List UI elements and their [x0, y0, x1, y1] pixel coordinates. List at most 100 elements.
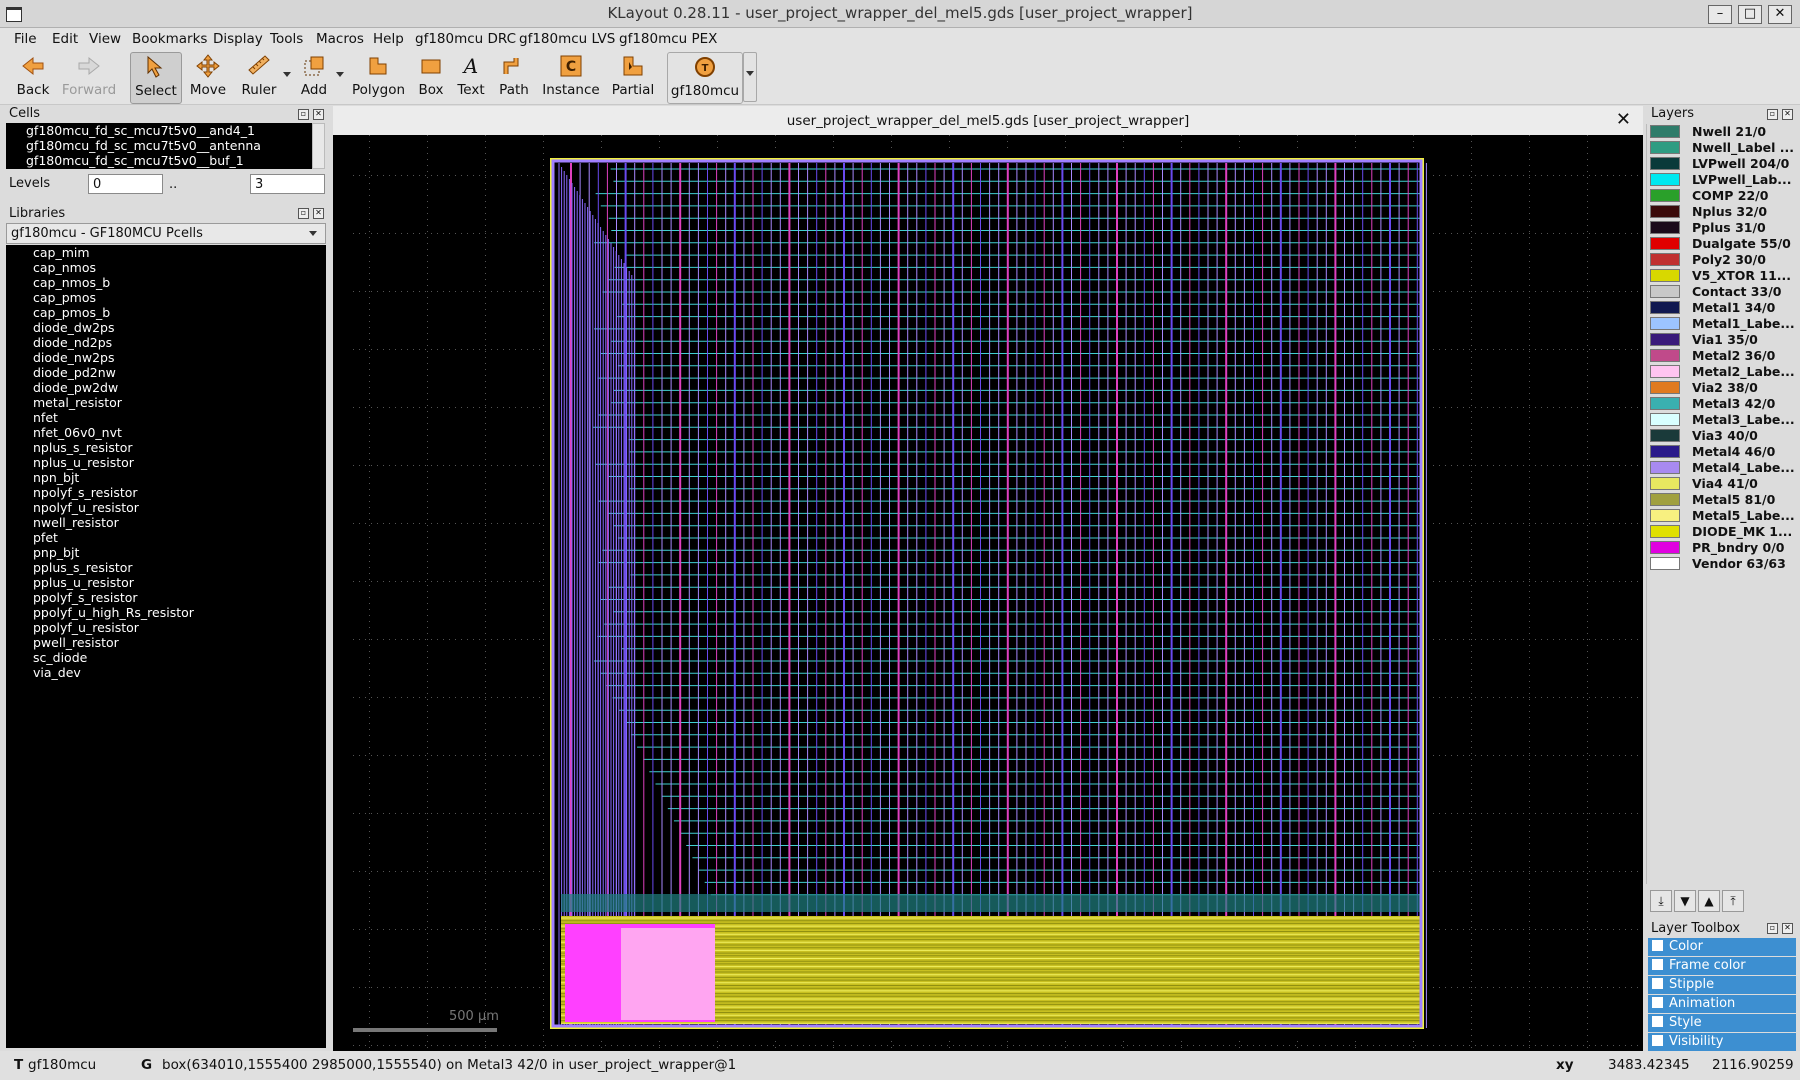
- levels-from-input[interactable]: 0: [88, 174, 163, 194]
- close-panel-icon[interactable]: ✕: [1782, 109, 1793, 120]
- menu-bookmarks[interactable]: Bookmarks: [132, 31, 207, 47]
- layer-row[interactable]: LVPwell_Lab...: [1648, 172, 1794, 188]
- float-panel-icon[interactable]: ▫: [1767, 109, 1778, 120]
- list-item[interactable]: cap_nmos: [6, 260, 326, 275]
- list-item[interactable]: diode_pd2nw: [6, 365, 326, 380]
- text-button[interactable]: A Text: [456, 52, 486, 102]
- polygon-button[interactable]: Polygon: [352, 52, 405, 102]
- library-select[interactable]: gf180mcu - GF180MCU Pcells: [6, 223, 326, 244]
- move-layer-top-icon[interactable]: ⤒: [1722, 890, 1744, 912]
- menu-gf180mcu-lvs[interactable]: gf180mcu LVS: [519, 31, 615, 47]
- box-button[interactable]: Box: [415, 52, 447, 102]
- layer-row[interactable]: Metal4 46/0: [1648, 444, 1794, 460]
- tech-button[interactable]: T gf180mcu: [667, 52, 743, 104]
- ruler-dropdown-icon[interactable]: [283, 72, 291, 77]
- list-item[interactable]: nplus_u_resistor: [6, 455, 326, 470]
- close-view-icon[interactable]: ✕: [1616, 109, 1631, 130]
- layer-row[interactable]: Pplus 31/0: [1648, 220, 1794, 236]
- minimize-button[interactable]: –: [1708, 5, 1732, 24]
- layer-row[interactable]: Contact 33/0: [1648, 284, 1794, 300]
- layer-row[interactable]: PR_bndry 0/0: [1648, 540, 1794, 556]
- select-button[interactable]: Select: [130, 52, 182, 104]
- move-button[interactable]: Move: [188, 52, 228, 102]
- back-button[interactable]: Back: [10, 52, 56, 102]
- menu-file[interactable]: File: [14, 31, 37, 47]
- layer-row[interactable]: Via3 40/0: [1648, 428, 1794, 444]
- layer-row[interactable]: Metal5 81/0: [1648, 492, 1794, 508]
- toolbox-animation[interactable]: Animation: [1648, 995, 1796, 1013]
- layer-row[interactable]: Metal3_Labe...: [1648, 412, 1794, 428]
- layer-row[interactable]: Metal1 34/0: [1648, 300, 1794, 316]
- toolbox-frame-color[interactable]: Frame color: [1648, 957, 1796, 975]
- list-item[interactable]: ppolyf_u_resistor: [6, 620, 326, 635]
- layer-row[interactable]: Metal5_Labe...: [1648, 508, 1794, 524]
- add-button[interactable]: Add: [296, 52, 332, 102]
- move-layer-up-icon[interactable]: ▲: [1698, 890, 1720, 912]
- layer-row[interactable]: Via1 35/0: [1648, 332, 1794, 348]
- layer-row[interactable]: DIODE_MK 1...: [1648, 524, 1794, 540]
- list-item[interactable]: diode_nw2ps: [6, 350, 326, 365]
- menu-help[interactable]: Help: [373, 31, 404, 47]
- partial-button[interactable]: Partial: [610, 52, 656, 102]
- tech-dropdown-button[interactable]: [743, 52, 757, 102]
- layer-row[interactable]: Poly2 30/0: [1648, 252, 1794, 268]
- menu-edit[interactable]: Edit: [52, 31, 78, 47]
- list-item[interactable]: npn_bjt: [6, 470, 326, 485]
- ruler-button[interactable]: Ruler: [237, 52, 281, 102]
- list-item[interactable]: nfet_06v0_nvt: [6, 425, 326, 440]
- list-item[interactable]: pplus_s_resistor: [6, 560, 326, 575]
- layer-row[interactable]: Via2 38/0: [1648, 380, 1794, 396]
- list-item[interactable]: gf180mcu_fd_sc_mcu7t5v0__antenna: [6, 138, 312, 153]
- list-item[interactable]: pplus_u_resistor: [6, 575, 326, 590]
- menu-tools[interactable]: Tools: [270, 31, 303, 47]
- toolbox-visibility[interactable]: Visibility: [1648, 1033, 1796, 1051]
- layer-row[interactable]: Dualgate 55/0: [1648, 236, 1794, 252]
- layer-row[interactable]: Vendor 63/63: [1648, 556, 1794, 572]
- float-panel-icon[interactable]: ▫: [1767, 923, 1778, 934]
- list-item[interactable]: npolyf_u_resistor: [6, 500, 326, 515]
- library-cell-list[interactable]: cap_mim cap_nmos cap_nmos_b cap_pmos cap_pmo…: [6, 245, 326, 1048]
- close-panel-icon[interactable]: ✕: [1782, 923, 1793, 934]
- layout-canvas[interactable]: 500 µm: [333, 135, 1643, 1051]
- move-layer-bottom-icon[interactable]: ⤓: [1650, 890, 1672, 912]
- menu-macros[interactable]: Macros: [316, 31, 364, 47]
- layer-row[interactable]: Nplus 32/0: [1648, 204, 1794, 220]
- list-item[interactable]: via_dev: [6, 665, 326, 680]
- toolbox-color[interactable]: Color: [1648, 938, 1796, 956]
- close-panel-icon[interactable]: ✕: [313, 109, 324, 120]
- list-item[interactable]: gf180mcu_fd_sc_mcu7t5v0__buf_1: [6, 153, 312, 168]
- list-item[interactable]: cap_pmos: [6, 290, 326, 305]
- menu-view[interactable]: View: [89, 31, 121, 47]
- cells-scrollbar[interactable]: [312, 123, 325, 169]
- list-item[interactable]: cap_mim: [6, 245, 326, 260]
- menu-gf180mcu-drc[interactable]: gf180mcu DRC: [415, 31, 516, 47]
- layer-row[interactable]: Nwell_Label ...: [1648, 140, 1794, 156]
- add-dropdown-icon[interactable]: [336, 72, 344, 77]
- list-item[interactable]: metal_resistor: [6, 395, 326, 410]
- layer-row[interactable]: Metal4_Labe...: [1648, 460, 1794, 476]
- layer-row[interactable]: LVPwell 204/0: [1648, 156, 1794, 172]
- close-panel-icon[interactable]: ✕: [313, 208, 324, 219]
- list-item[interactable]: gf180mcu_fd_sc_mcu7t5v0__and4_1: [6, 123, 312, 138]
- close-window-button[interactable]: ✕: [1768, 5, 1792, 24]
- layer-row[interactable]: Metal3 42/0: [1648, 396, 1794, 412]
- instance-button[interactable]: C Instance: [540, 52, 602, 102]
- list-item[interactable]: ppolyf_u_high_Rs_resistor: [6, 605, 326, 620]
- float-panel-icon[interactable]: ▫: [298, 109, 309, 120]
- list-item[interactable]: diode_dw2ps: [6, 320, 326, 335]
- list-item[interactable]: pwell_resistor: [6, 635, 326, 650]
- menu-display[interactable]: Display: [213, 31, 263, 47]
- cells-list[interactable]: gf180mcu_fd_sc_mcu7t5v0__and4_1 gf180mcu…: [6, 123, 312, 169]
- layer-row[interactable]: Nwell 21/0: [1648, 124, 1794, 140]
- list-item[interactable]: nfet: [6, 410, 326, 425]
- toolbox-stipple[interactable]: Stipple: [1648, 976, 1796, 994]
- list-item[interactable]: npolyf_s_resistor: [6, 485, 326, 500]
- list-item[interactable]: cap_pmos_b: [6, 305, 326, 320]
- layer-row[interactable]: Via4 41/0: [1648, 476, 1794, 492]
- list-item[interactable]: sc_diode: [6, 650, 326, 665]
- list-item[interactable]: pfet: [6, 530, 326, 545]
- list-item[interactable]: nplus_s_resistor: [6, 440, 326, 455]
- list-item[interactable]: cap_nmos_b: [6, 275, 326, 290]
- list-item[interactable]: diode_pw2dw: [6, 380, 326, 395]
- list-item[interactable]: ppolyf_s_resistor: [6, 590, 326, 605]
